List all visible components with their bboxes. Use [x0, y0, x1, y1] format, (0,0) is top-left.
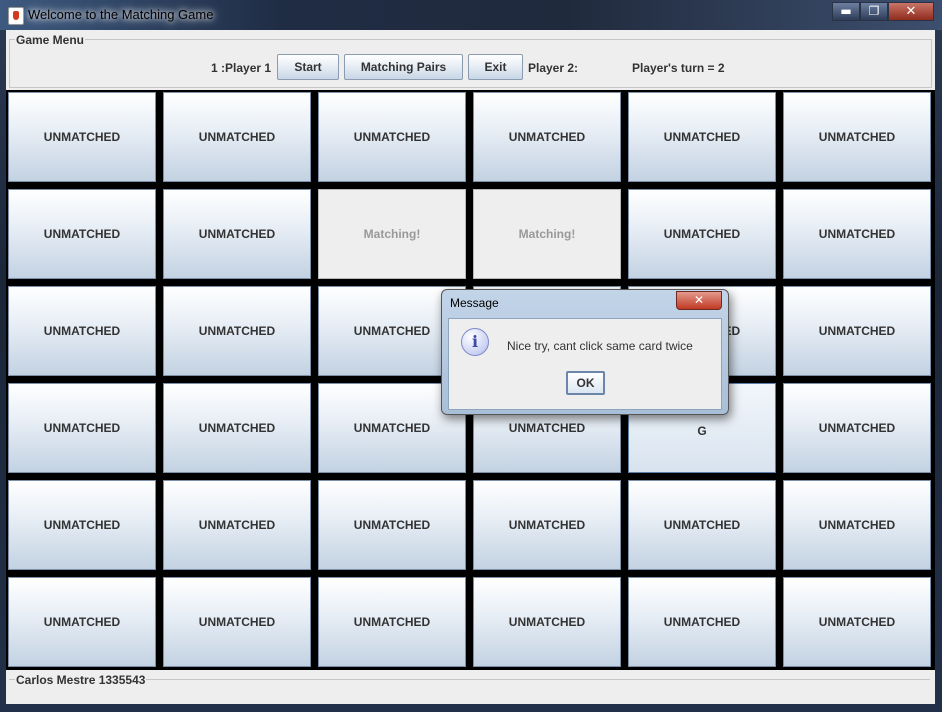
dialog-title: Message	[450, 296, 499, 310]
dialog-close-button[interactable]: ✕	[676, 291, 722, 310]
player1-label: 1 :Player 1	[211, 61, 272, 75]
card-button[interactable]: UNMATCHED	[163, 286, 311, 376]
card-button[interactable]: UNMATCHED	[8, 383, 156, 473]
message-dialog: Message ✕ i Nice try, cant click same ca…	[441, 289, 729, 415]
card-button[interactable]: UNMATCHED	[8, 577, 156, 667]
card-button[interactable]: UNMATCHED	[783, 286, 931, 376]
card-button[interactable]: UNMATCHED	[163, 383, 311, 473]
window-title: Welcome to the Matching Game	[28, 7, 214, 22]
footer-panel: Carlos Mestre 1335543	[6, 670, 935, 704]
card-button[interactable]: UNMATCHED	[8, 189, 156, 279]
maximize-button[interactable]: ❐	[860, 2, 888, 21]
card-button[interactable]: UNMATCHED	[8, 286, 156, 376]
title-bar[interactable]: Welcome to the Matching Game ▬ ❐ ✕	[0, 0, 942, 30]
card-button[interactable]: UNMATCHED	[783, 480, 931, 570]
ok-button[interactable]: OK	[566, 371, 605, 395]
player2-label: Player 2:	[528, 61, 579, 75]
card-button[interactable]: UNMATCHED	[318, 92, 466, 182]
card-button[interactable]: UNMATCHED	[628, 480, 776, 570]
card-button[interactable]: UNMATCHED	[628, 189, 776, 279]
window-controls: ▬ ❐ ✕	[832, 2, 934, 21]
dialog-message: Nice try, cant click same card twice	[507, 339, 693, 353]
players-turn-label: Player's turn = 2	[632, 61, 725, 75]
card-button[interactable]: UNMATCHED	[163, 480, 311, 570]
exit-button[interactable]: Exit	[468, 54, 523, 80]
card-button[interactable]: UNMATCHED	[783, 577, 931, 667]
card-button[interactable]: UNMATCHED	[783, 189, 931, 279]
card-button[interactable]: Matching!	[318, 189, 466, 279]
card-button[interactable]: UNMATCHED	[318, 480, 466, 570]
card-button[interactable]: UNMATCHED	[318, 577, 466, 667]
card-button[interactable]: UNMATCHED	[8, 92, 156, 182]
close-window-button[interactable]: ✕	[888, 2, 934, 21]
card-button[interactable]: UNMATCHED	[473, 92, 621, 182]
dialog-body: i Nice try, cant click same card twice O…	[448, 318, 722, 410]
card-button[interactable]: UNMATCHED	[8, 480, 156, 570]
java-app-icon	[8, 7, 24, 25]
card-button[interactable]: UNMATCHED	[628, 92, 776, 182]
card-button[interactable]: UNMATCHED	[163, 577, 311, 667]
author-label: Carlos Mestre 1335543	[15, 673, 147, 687]
card-button[interactable]: UNMATCHED	[628, 577, 776, 667]
minimize-button[interactable]: ▬	[832, 2, 860, 21]
game-menu-legend: Game Menu	[15, 33, 86, 47]
card-button[interactable]: UNMATCHED	[783, 92, 931, 182]
footer-border	[9, 679, 930, 702]
matching-pairs-button[interactable]: Matching Pairs	[344, 54, 463, 80]
app-window: Welcome to the Matching Game ▬ ❐ ✕ Game …	[0, 0, 942, 712]
game-menu-panel: Game Menu 1 :Player 1 Start Matching Pai…	[6, 30, 935, 90]
info-icon: i	[461, 328, 489, 356]
card-button[interactable]: UNMATCHED	[163, 92, 311, 182]
start-button[interactable]: Start	[277, 54, 339, 80]
card-button[interactable]: UNMATCHED	[473, 480, 621, 570]
card-button[interactable]: UNMATCHED	[783, 383, 931, 473]
card-button[interactable]: UNMATCHED	[473, 577, 621, 667]
card-button[interactable]: Matching!	[473, 189, 621, 279]
card-button[interactable]: UNMATCHED	[163, 189, 311, 279]
